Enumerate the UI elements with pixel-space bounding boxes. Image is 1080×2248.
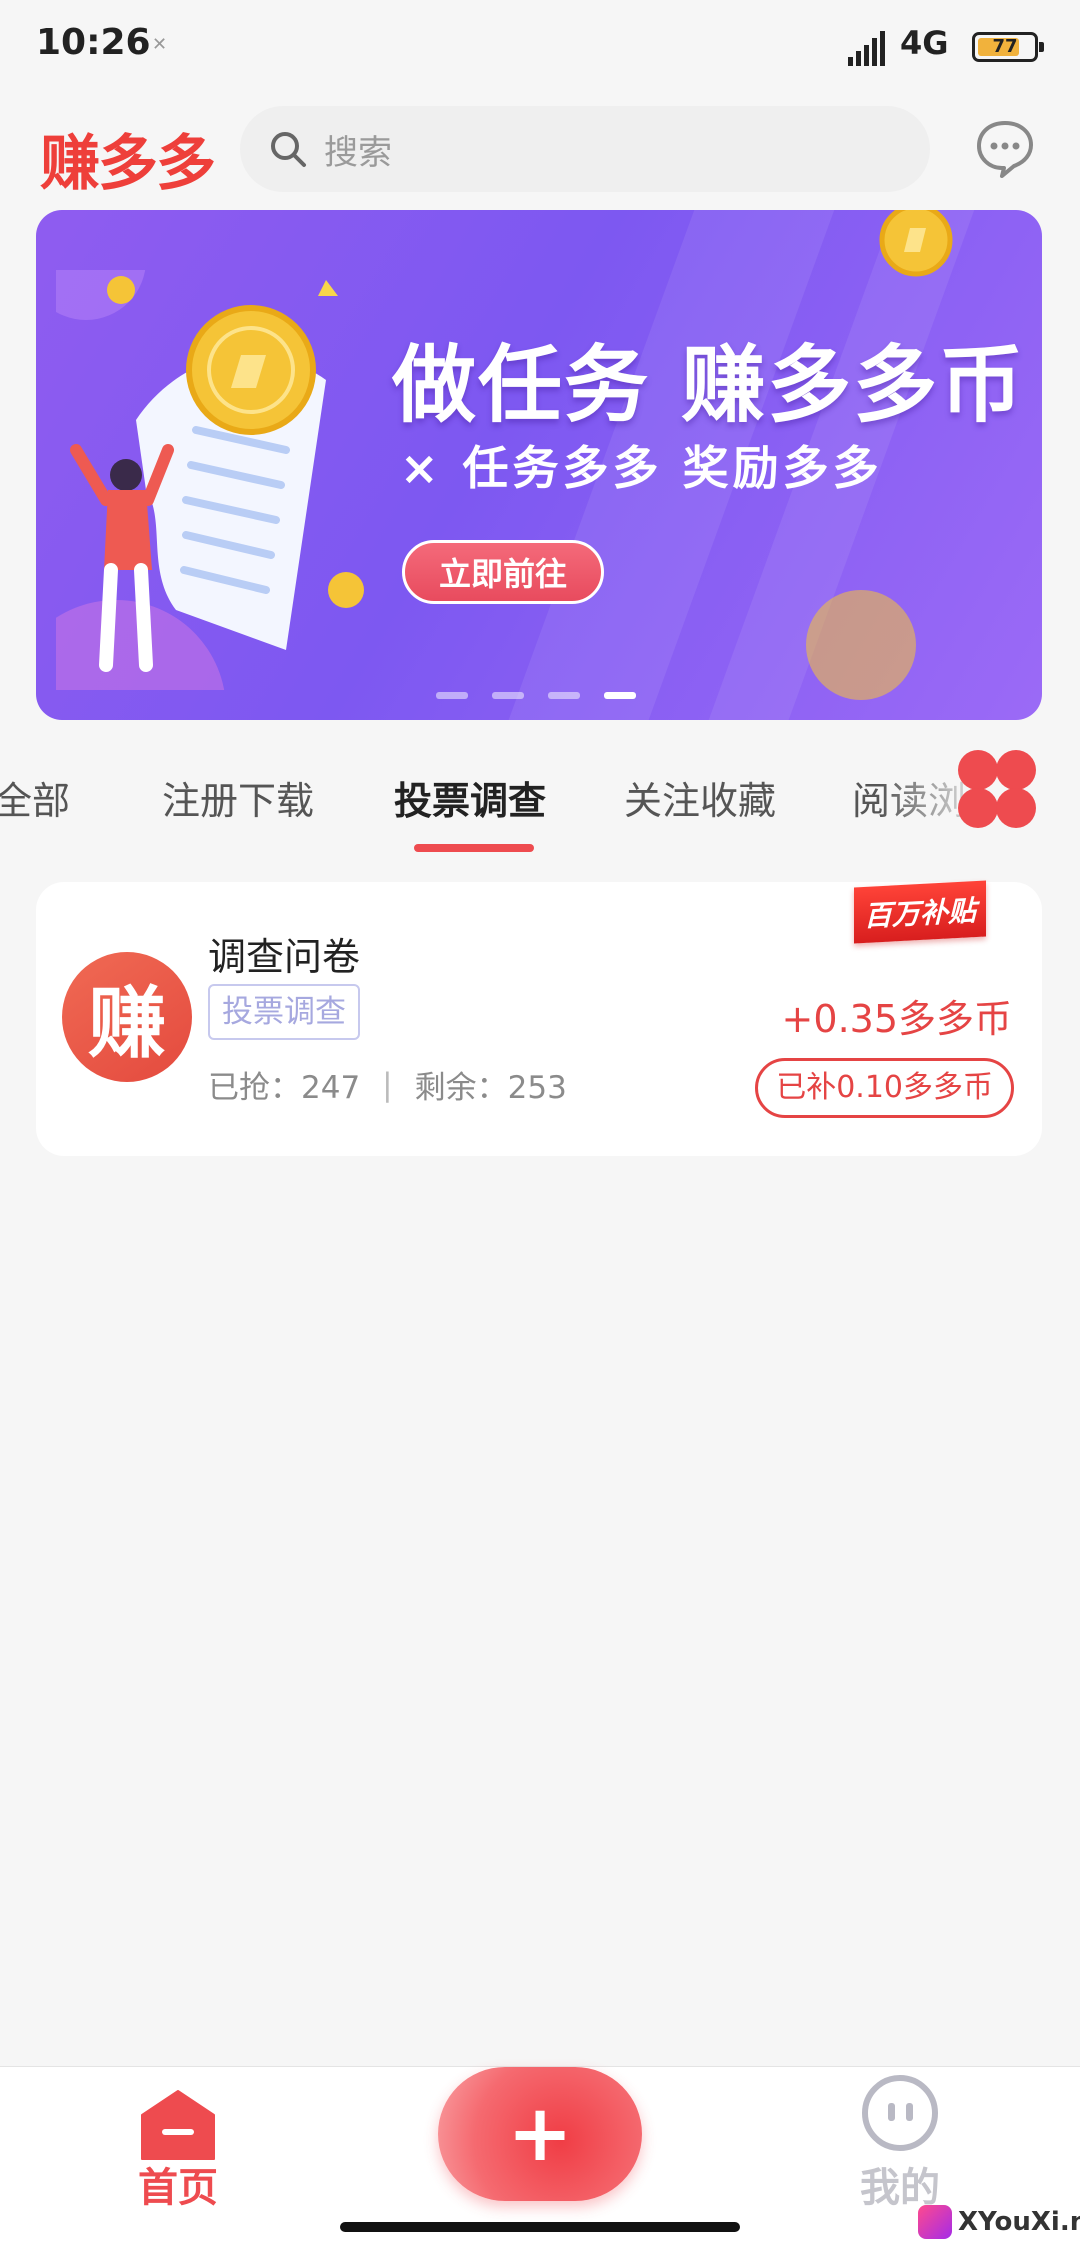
all-categories-icon[interactable] — [958, 750, 1036, 828]
signal-icon — [848, 31, 885, 66]
status-time: 10:26 — [36, 22, 151, 63]
pagination-dot — [492, 692, 524, 699]
pagination-dot — [548, 692, 580, 699]
banner-title: 做任务 赚多多币 — [392, 336, 1026, 434]
battery-icon: 77 — [972, 32, 1044, 62]
coin-icon — [806, 590, 916, 700]
banner-illustration — [56, 270, 364, 690]
banner-subtitle: × 任务多多 奖励多多 — [400, 441, 883, 495]
publish-button[interactable]: + — [438, 2067, 642, 2201]
task-stats: 已抢：247 | 剩余：253 — [208, 1062, 567, 1107]
search-bar[interactable]: 搜索 — [240, 106, 930, 192]
app-logo: 赚多多 — [40, 129, 216, 199]
watermark: XYouXi.net — [918, 2200, 1080, 2244]
pagination-dot — [436, 692, 468, 699]
pagination-dot-active — [604, 692, 636, 699]
banner-pagination — [436, 692, 636, 699]
task-name: 调查问卷 — [208, 935, 361, 979]
banner-go-button[interactable]: 立即前往 — [402, 540, 604, 604]
message-icon[interactable] — [974, 118, 1036, 180]
search-icon — [271, 132, 306, 167]
task-remaining: 剩余：253 — [414, 1070, 567, 1106]
notification-icon: ✕ — [152, 34, 168, 55]
tab-all[interactable]: 全部 — [0, 770, 70, 825]
watermark-logo-icon — [918, 2205, 952, 2239]
task-card[interactable]: 赚 调查问卷 投票调查 已抢：247 | 剩余：253 百万补贴 +0.35多多… — [36, 880, 1042, 1156]
network-type: 4G — [900, 24, 949, 62]
home-indicator — [340, 2222, 740, 2232]
stats-divider: | — [382, 1066, 393, 1103]
watermark-text: XYouXi.net — [958, 2207, 1080, 2237]
coin-icon — [879, 210, 953, 277]
task-avatar: 赚 — [62, 952, 192, 1082]
tab-follow-favorite[interactable]: 关注收藏 — [624, 770, 776, 825]
status-bar: 10:26 ✕ 4G 77 — [0, 0, 1080, 95]
profile-icon[interactable] — [862, 2075, 938, 2151]
active-tab-indicator — [414, 844, 534, 852]
nav-home-label[interactable]: 首页 — [138, 2155, 218, 2213]
subsidy-badge: 已补0.10多多币 — [755, 1058, 1014, 1118]
battery-level: 77 — [992, 36, 1018, 57]
search-placeholder: 搜索 — [324, 132, 392, 173]
task-category-tag: 投票调查 — [208, 984, 360, 1040]
promo-banner[interactable]: 做任务 赚多多币 × 任务多多 奖励多多 立即前往 — [36, 210, 1042, 720]
tab-vote-survey[interactable]: 投票调查 — [394, 770, 546, 825]
task-grabbed: 已抢：247 — [208, 1070, 361, 1106]
task-reward: +0.35多多币 — [781, 997, 1012, 1041]
home-icon[interactable] — [140, 2089, 216, 2161]
subsidy-ribbon: 百万补贴 — [854, 880, 986, 944]
tab-register-download[interactable]: 注册下载 — [162, 770, 314, 825]
category-tabs: 全部 注册下载 投票调查 关注收藏 阅读浏 — [0, 740, 1080, 860]
